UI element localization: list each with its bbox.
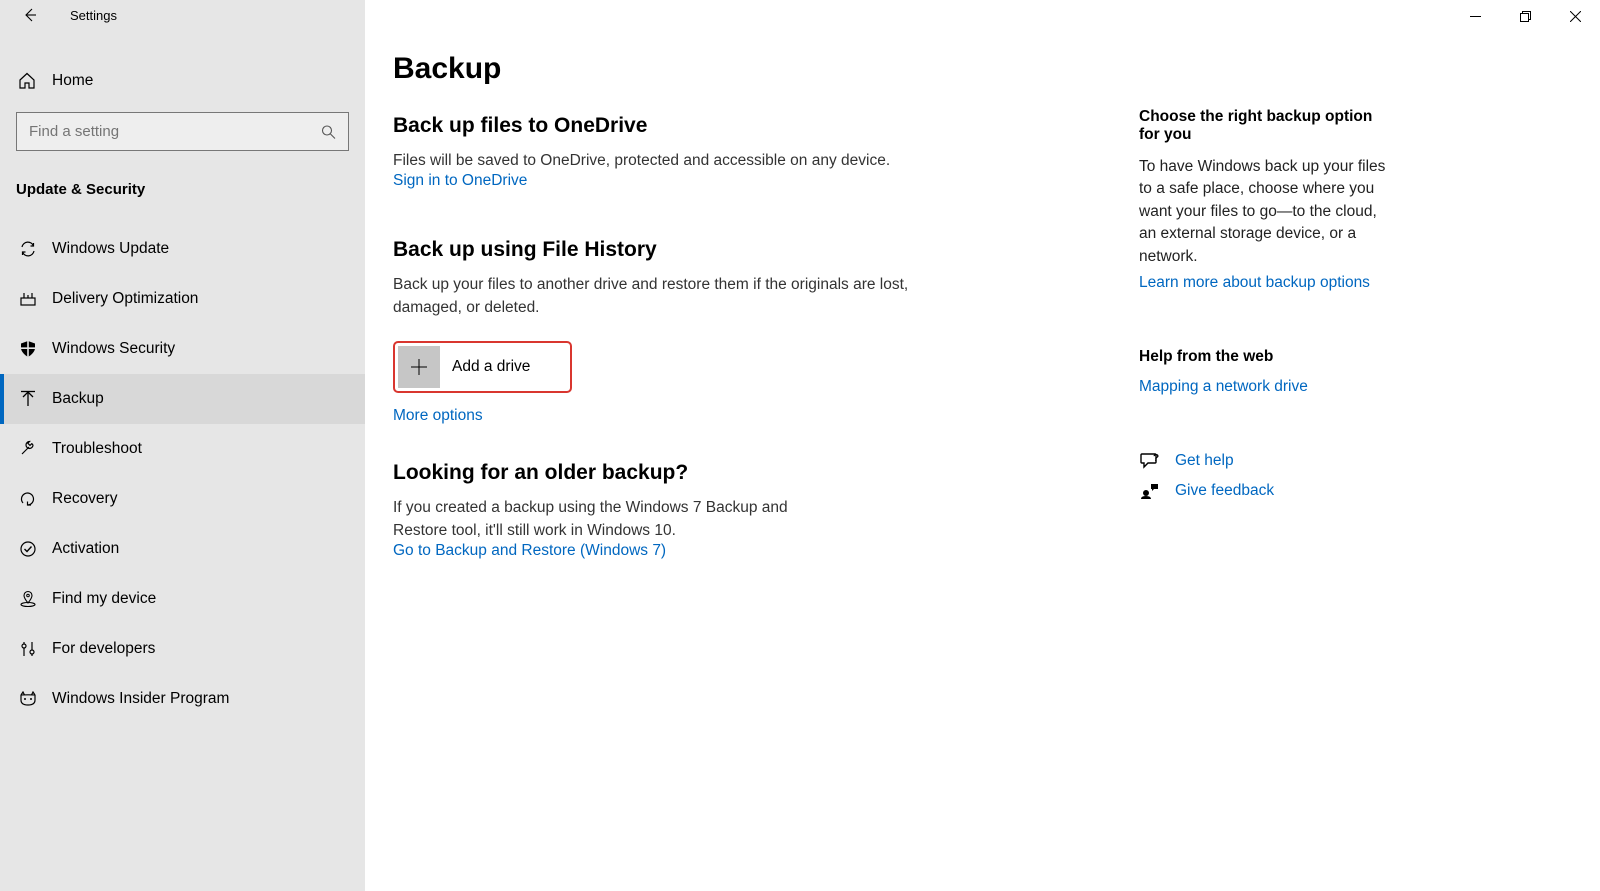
sliders-icon: [18, 640, 38, 658]
sidebar-item-windows-update[interactable]: Windows Update: [0, 224, 365, 274]
sidebar-item-recovery[interactable]: Recovery: [0, 474, 365, 524]
close-icon: [1570, 11, 1581, 22]
goto-backup-restore-link[interactable]: Go to Backup and Restore (Windows 7): [393, 542, 666, 560]
nav-label: Activation: [52, 540, 119, 558]
right-pane: Choose the right backup option for you T…: [1125, 0, 1425, 891]
support-links: ? Get help Give feedback: [1139, 452, 1395, 500]
older-heading: Looking for an older backup?: [393, 461, 1125, 485]
search-icon: [321, 124, 336, 139]
nav-label: Windows Insider Program: [52, 690, 229, 708]
feedback-icon: [1139, 482, 1161, 500]
sidebar: Settings Home Update & Security Windows …: [0, 0, 365, 891]
nav-label: Troubleshoot: [52, 440, 142, 458]
onedrive-text: Files will be saved to OneDrive, protect…: [393, 150, 923, 172]
add-drive-button[interactable]: Add a drive: [393, 341, 572, 393]
choose-text: To have Windows back up your files to a …: [1139, 156, 1395, 268]
nav-label: Windows Security: [52, 340, 175, 358]
window-controls: [1450, 0, 1600, 32]
page-title: Backup: [393, 52, 1125, 86]
main-area: Backup Back up files to OneDrive Files w…: [365, 0, 1600, 891]
get-help-item[interactable]: ? Get help: [1139, 452, 1395, 470]
give-feedback-link[interactable]: Give feedback: [1175, 482, 1274, 500]
choose-backup-section: Choose the right backup option for you T…: [1139, 108, 1395, 292]
check-circle-icon: [18, 540, 38, 558]
sidebar-home-label: Home: [52, 72, 93, 90]
sidebar-item-activation[interactable]: Activation: [0, 524, 365, 574]
sidebar-item-find-my-device[interactable]: Find my device: [0, 574, 365, 624]
add-drive-label: Add a drive: [452, 358, 530, 376]
choose-heading: Choose the right backup option for you: [1139, 108, 1395, 144]
recovery-icon: [18, 490, 38, 508]
mapping-network-drive-link[interactable]: Mapping a network drive: [1139, 378, 1308, 396]
sidebar-item-windows-security[interactable]: Windows Security: [0, 324, 365, 374]
sync-icon: [18, 240, 38, 258]
more-options-link[interactable]: More options: [393, 407, 1125, 425]
back-button[interactable]: [18, 3, 42, 27]
older-backup-section: Looking for an older backup? If you crea…: [393, 461, 1125, 560]
nav-label: Find my device: [52, 590, 156, 608]
search-input[interactable]: [17, 113, 348, 150]
signin-onedrive-link[interactable]: Sign in to OneDrive: [393, 172, 527, 190]
window-title: Settings: [70, 8, 117, 23]
onedrive-section: Back up files to OneDrive Files will be …: [393, 114, 1125, 190]
minimize-button[interactable]: [1450, 0, 1500, 32]
web-help-section: Help from the web Mapping a network driv…: [1139, 348, 1395, 396]
give-feedback-item[interactable]: Give feedback: [1139, 482, 1395, 500]
sidebar-item-windows-insider[interactable]: Windows Insider Program: [0, 674, 365, 724]
sidebar-section-header: Update & Security: [0, 151, 365, 206]
search-box[interactable]: [16, 112, 349, 151]
sidebar-item-delivery-optimization[interactable]: Delivery Optimization: [0, 274, 365, 324]
sidebar-home[interactable]: Home: [0, 56, 365, 106]
minimize-icon: [1470, 11, 1481, 22]
nav-label: For developers: [52, 640, 155, 658]
svg-text:?: ?: [1153, 453, 1159, 464]
content: Backup Back up files to OneDrive Files w…: [365, 0, 1125, 891]
nav-list: Windows Update Delivery Optimization Win…: [0, 224, 365, 724]
nav-label: Backup: [52, 390, 104, 408]
arrow-left-icon: [22, 7, 38, 23]
nav-label: Recovery: [52, 490, 117, 508]
titlebar: Settings: [0, 0, 365, 30]
onedrive-heading: Back up files to OneDrive: [393, 114, 1125, 138]
learn-more-backup-link[interactable]: Learn more about backup options: [1139, 274, 1370, 292]
sidebar-item-for-developers[interactable]: For developers: [0, 624, 365, 674]
sidebar-item-backup[interactable]: Backup: [0, 374, 365, 424]
older-text: If you created a backup using the Window…: [393, 497, 813, 542]
help-chat-icon: ?: [1139, 452, 1161, 470]
sidebar-item-troubleshoot[interactable]: Troubleshoot: [0, 424, 365, 474]
wrench-icon: [18, 440, 38, 458]
nav-label: Delivery Optimization: [52, 290, 198, 308]
filehistory-heading: Back up using File History: [393, 238, 1125, 262]
filehistory-section: Back up using File History Back up your …: [393, 238, 1125, 425]
delivery-icon: [18, 290, 38, 308]
nav-label: Windows Update: [52, 240, 169, 258]
location-icon: [18, 590, 38, 608]
shield-icon: [18, 340, 38, 358]
get-help-link[interactable]: Get help: [1175, 452, 1234, 470]
ninja-cat-icon: [18, 691, 38, 707]
webhelp-heading: Help from the web: [1139, 348, 1395, 366]
backup-icon: [18, 390, 38, 408]
close-button[interactable]: [1550, 0, 1600, 32]
maximize-button[interactable]: [1500, 0, 1550, 32]
home-icon: [18, 72, 38, 90]
maximize-icon: [1520, 11, 1531, 22]
plus-icon: [398, 346, 440, 388]
filehistory-text: Back up your files to another drive and …: [393, 274, 923, 319]
